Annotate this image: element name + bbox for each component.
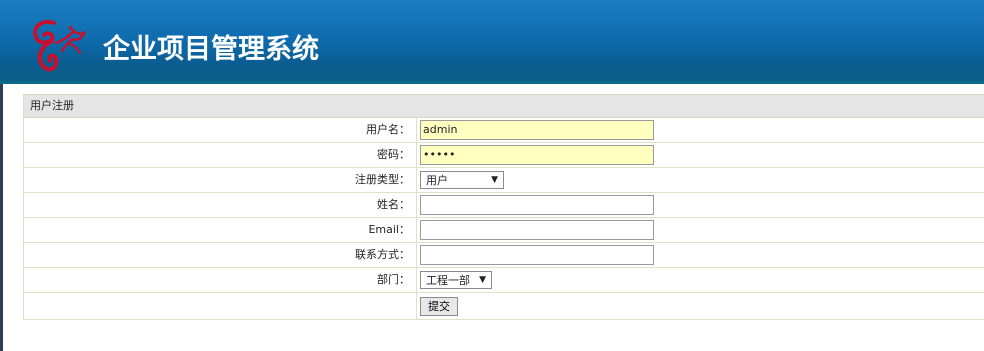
contact-label: 联系方式：: [24, 243, 417, 267]
app-header: 企业项目管理系统: [0, 0, 984, 84]
password-row: 密码： •••••: [24, 143, 984, 168]
submit-button[interactable]: 提交: [420, 296, 458, 316]
department-row: 部门： 工程一部 ▼: [24, 268, 984, 293]
header-divider: [0, 81, 984, 84]
department-select[interactable]: 工程一部 ▼: [420, 271, 492, 289]
butterfly-logo-icon: [33, 20, 87, 72]
register-type-select[interactable]: 用户 ▼: [420, 171, 504, 189]
form-title: 用户注册: [24, 95, 984, 118]
register-type-row: 注册类型： 用户 ▼: [24, 168, 984, 193]
username-label: 用户名：: [24, 118, 417, 142]
username-row: 用户名： admin: [24, 118, 984, 143]
dropdown-arrow-icon: ▼: [479, 275, 486, 285]
app-title: 企业项目管理系统: [103, 34, 319, 65]
contact-row: 联系方式：: [24, 243, 984, 268]
register-type-label: 注册类型：: [24, 168, 417, 192]
name-input[interactable]: [420, 195, 654, 215]
email-input[interactable]: [420, 220, 654, 240]
window-edge: [0, 84, 3, 351]
name-row: 姓名：: [24, 193, 984, 218]
submit-row: 提交: [24, 293, 984, 320]
department-label: 部门：: [24, 268, 417, 292]
email-label: Email：: [24, 218, 417, 242]
register-type-value: 用户: [426, 174, 448, 187]
username-input[interactable]: admin: [420, 120, 654, 140]
dropdown-arrow-icon: ▼: [491, 175, 498, 185]
register-form: 用户注册 用户名： admin 密码： ••••• 注册类型： 用户 ▼ 姓名：…: [23, 94, 984, 320]
department-value: 工程一部: [426, 274, 470, 287]
name-label: 姓名：: [24, 193, 417, 217]
submit-row-spacer: [24, 293, 417, 319]
email-row: Email：: [24, 218, 984, 243]
password-label: 密码：: [24, 143, 417, 167]
password-input[interactable]: •••••: [420, 145, 654, 165]
contact-input[interactable]: [420, 245, 654, 265]
